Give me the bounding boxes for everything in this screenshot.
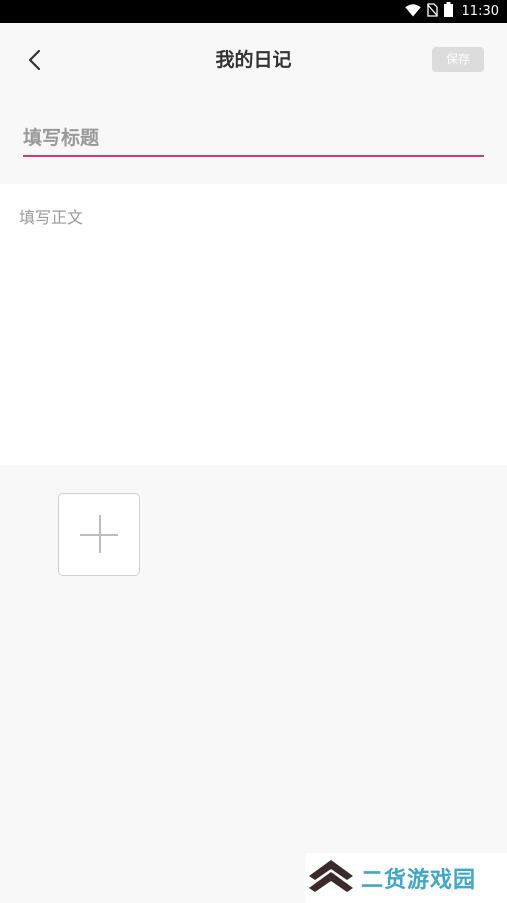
- body-input[interactable]: [19, 204, 489, 444]
- logo-icon: [305, 856, 357, 900]
- body-area: [0, 184, 507, 465]
- status-bar: 11:30: [0, 0, 507, 23]
- battery-icon: [443, 2, 453, 21]
- page-title: 我的日记: [215, 49, 292, 71]
- save-button[interactable]: 保存: [432, 47, 484, 72]
- no-sim-icon: [426, 2, 438, 21]
- watermark-text: 二货游戏园: [361, 868, 477, 893]
- add-image-button[interactable]: [58, 493, 140, 576]
- status-icons: 11:30: [404, 0, 499, 23]
- status-time: 11:30: [461, 4, 499, 19]
- title-input[interactable]: [23, 121, 484, 157]
- watermark: 二货游戏园: [305, 853, 507, 903]
- app-header: 我的日记 保存: [0, 23, 507, 99]
- wifi-icon: [404, 2, 421, 21]
